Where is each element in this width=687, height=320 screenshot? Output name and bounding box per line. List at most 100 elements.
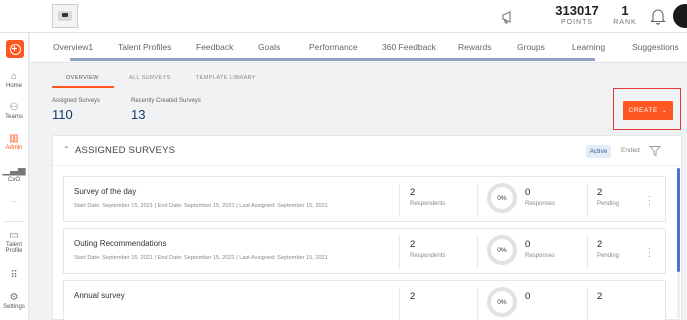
- divider: [477, 287, 478, 320]
- filter-icon[interactable]: [649, 145, 661, 157]
- recent-surveys-value: 13: [131, 107, 146, 122]
- assigned-surveys-value: 110: [52, 107, 73, 122]
- scrollbar-thumb[interactable]: [677, 168, 680, 272]
- sidebar-item-home[interactable]: ⌂ Home: [0, 71, 28, 89]
- tab-learning[interactable]: Learning: [572, 42, 605, 52]
- filter-ended-button[interactable]: Ended: [621, 147, 640, 154]
- rank-stat: 1 RANK: [610, 3, 640, 28]
- tab-feedback[interactable]: Feedback: [196, 42, 233, 52]
- assigned-surveys-label: Assigned Surveys: [52, 98, 101, 104]
- survey-dates: Start Date: September 15, 2021 | End Dat…: [74, 255, 328, 261]
- points-stat: 313017 POINTS: [552, 3, 602, 28]
- sidebar-item-cxo[interactable]: ▁▃▅ CxO: [0, 165, 28, 183]
- pending-count: 2: [597, 239, 603, 250]
- sidebar-item-more[interactable]: ···: [0, 199, 28, 205]
- company-logo[interactable]: [52, 4, 78, 28]
- divider: [587, 287, 588, 320]
- megaphone-icon[interactable]: [500, 9, 516, 25]
- subtab-all-surveys[interactable]: ALL SURVEYS: [129, 75, 171, 81]
- sidebar-item-label: Admin: [5, 145, 23, 151]
- panel-header: ⌃ ASSIGNED SURVEYS Active Ended: [53, 136, 681, 166]
- divider: [587, 235, 588, 269]
- points-value: 313017: [555, 3, 599, 18]
- sidebar-item-label: Teams: [5, 114, 23, 120]
- kebab-menu-icon[interactable]: · · ·: [648, 244, 651, 261]
- respondents-count: 2: [410, 239, 416, 250]
- grid-icon: ⠿: [10, 270, 18, 281]
- survey-row[interactable]: Annual survey 2 0% 0 2: [63, 280, 666, 320]
- sidebar-item-label: Talent Profile: [5, 242, 23, 254]
- rank-value: 1: [621, 3, 629, 18]
- divider: [477, 183, 478, 217]
- tab-talent-profiles[interactable]: Talent Profiles: [118, 42, 171, 52]
- chart-icon: ▁▃▅: [2, 165, 26, 176]
- active-tab-indicator: [70, 58, 595, 61]
- add-button[interactable]: [6, 40, 24, 58]
- response-rate-ring: 0%: [487, 287, 517, 317]
- divider: [399, 183, 400, 217]
- response-rate-ring: 0%: [487, 235, 517, 265]
- chevron-up-icon[interactable]: ⌃: [63, 145, 70, 154]
- responses-count: 0: [525, 239, 531, 250]
- settings-icon: ⚙: [9, 292, 19, 303]
- top-bar: 313017 POINTS 1 RANK: [0, 0, 687, 33]
- responses-count: 0: [525, 291, 531, 302]
- assigned-surveys-panel: ⌃ ASSIGNED SURVEYS Active Ended Survey o…: [52, 135, 682, 320]
- survey-row[interactable]: Outing Recommendations Start Date: Septe…: [63, 228, 666, 274]
- tab-groups[interactable]: Groups: [517, 42, 545, 52]
- user-avatar[interactable]: [673, 4, 687, 28]
- respondents-label: Respondents: [410, 201, 446, 207]
- survey-name[interactable]: Survey of the day: [74, 187, 136, 196]
- more-icon: ···: [11, 199, 17, 205]
- sidebar-item-label: Settings: [3, 304, 25, 310]
- kebab-menu-icon[interactable]: · · ·: [648, 192, 651, 209]
- survey-summary: Assigned Surveys 110 Recently Created Su…: [42, 88, 687, 134]
- survey-row[interactable]: Survey of the day Start Date: September …: [63, 176, 666, 222]
- survey-dates: Start Date: September 15, 2021 | End Dat…: [74, 203, 328, 209]
- sidebar: ⌂ Home ⚇ Teams ▥ Admin ▁▃▅ CxO ··· ▭ Tal…: [0, 33, 29, 320]
- home-icon: ⌂: [10, 71, 18, 82]
- talent-profile-icon: ▭: [9, 230, 19, 241]
- respondents-label: Respondents: [410, 253, 446, 259]
- tab-goals[interactable]: Goals: [258, 42, 280, 52]
- tab-360-feedback[interactable]: 360 Feedback: [382, 42, 436, 52]
- sidebar-item-apps[interactable]: ⠿: [0, 270, 28, 282]
- plus-icon: [9, 43, 21, 55]
- sidebar-item-settings[interactable]: ⚙ Settings: [0, 292, 28, 310]
- create-button[interactable]: CREATE ⌄: [623, 101, 673, 120]
- response-rate: 0%: [497, 298, 507, 306]
- filter-active-button[interactable]: Active: [586, 145, 611, 158]
- sidebar-divider: [4, 221, 24, 222]
- responses-label: Responses: [525, 201, 556, 207]
- bell-icon[interactable]: [650, 7, 666, 25]
- teams-icon: ⚇: [9, 102, 19, 113]
- responses-count: 0: [525, 187, 531, 198]
- tab-suggestions[interactable]: Suggestions: [632, 42, 679, 52]
- response-rate: 0%: [497, 246, 507, 254]
- sidebar-item-talent-profile[interactable]: ▭ Talent Profile: [0, 230, 28, 254]
- sidebar-item-admin[interactable]: ▥ Admin: [0, 133, 28, 151]
- tab-performance[interactable]: Performance: [309, 42, 358, 52]
- tab-overview1[interactable]: Overview1: [53, 42, 93, 52]
- rank-label: RANK: [613, 19, 637, 26]
- divider: [587, 183, 588, 217]
- survey-name[interactable]: Outing Recommendations: [74, 239, 167, 248]
- subtab-overview[interactable]: OVERVIEW: [66, 75, 99, 81]
- main-tabs: Overview1 Talent Profiles Feedback Goals…: [30, 33, 687, 63]
- tab-rewards[interactable]: Rewards: [458, 42, 492, 52]
- response-rate: 0%: [497, 194, 507, 202]
- survey-name[interactable]: Annual survey: [74, 291, 125, 300]
- responses-label: Responses: [525, 253, 556, 259]
- respondents-count: 2: [410, 291, 416, 302]
- chevron-down-icon: ⌄: [661, 108, 668, 114]
- create-button-label: CREATE: [628, 107, 658, 114]
- pending-count: 2: [597, 187, 603, 198]
- divider: [399, 235, 400, 269]
- subtab-template-library[interactable]: TEMPLATE LIBRARY: [196, 75, 256, 81]
- sidebar-item-teams[interactable]: ⚇ Teams: [0, 102, 28, 120]
- response-rate-ring: 0%: [487, 183, 517, 213]
- pending-count: 2: [597, 291, 603, 302]
- sub-tabs: OVERVIEW ALL SURVEYS TEMPLATE LIBRARY: [30, 64, 687, 88]
- points-label: POINTS: [560, 19, 594, 26]
- sidebar-item-label: Home: [5, 83, 22, 89]
